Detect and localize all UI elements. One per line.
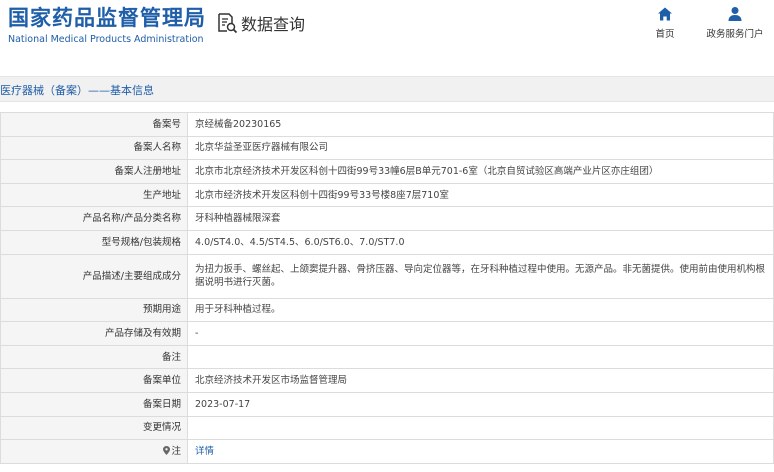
row-label: 备注 (0, 344, 188, 370)
row-label: 注 (171, 445, 181, 457)
user-icon (728, 7, 742, 21)
table-row: 预期用途 用于牙科种植过程。 (0, 297, 774, 323)
row-value: 牙科种植器械限深套 (187, 206, 774, 231)
table-row: 备案人注册地址 北京市北京经济技术开发区科创十四街99号33幢6层B单元701-… (0, 159, 774, 184)
nav-home-label: 首页 (655, 29, 675, 40)
nav-service-portal-label: 政务服务门户 (706, 29, 764, 40)
row-label: 备案人注册地址 (0, 159, 188, 184)
table-row: 变更情况 (0, 415, 774, 441)
nav-service-portal[interactable]: 政务服务门户 (703, 6, 767, 40)
document-search-icon (218, 13, 238, 34)
row-label: 型号规格/包装规格 (0, 229, 188, 255)
table-row: 备注 (0, 344, 774, 370)
site-logo[interactable]: 国家药品监督管理局 National Medical Products Admi… (8, 6, 206, 45)
row-value: 北京市经济技术开发区科创十四街99号33号楼8座7层710室 (187, 182, 774, 208)
row-value (187, 415, 774, 441)
row-label: 备案单位 (0, 368, 188, 393)
row-label: 备案人名称 (0, 135, 188, 161)
row-value: 2023-07-17 (187, 391, 774, 417)
breadcrumb-bar: 医疗器械（备案）——基本信息 (0, 76, 774, 102)
table-row: 注 详情 (0, 439, 774, 464)
table-row: 备案号 京经械备20230165 (0, 112, 774, 137)
row-value (187, 344, 774, 370)
row-label: 产品描述/主要组成成分 (0, 253, 188, 299)
table-row: 备案日期 2023-07-17 (0, 391, 774, 417)
record-detail-table: 备案号 京经械备20230165 备案人名称 北京华益圣亚医疗器械有限公司 备案… (0, 112, 774, 464)
brand-name-en: National Medical Products Administration (8, 34, 204, 45)
table-row: 备案人名称 北京华益圣亚医疗器械有限公司 (0, 135, 774, 161)
site-header: 国家药品监督管理局 National Medical Products Admi… (0, 0, 774, 66)
home-icon (658, 7, 672, 21)
row-label: 预期用途 (0, 297, 188, 323)
row-label: 产品存储及有效期 (0, 321, 188, 346)
data-query-link[interactable]: 数据查询 (216, 11, 305, 35)
row-value: 用于牙科种植过程。 (187, 297, 774, 323)
table-row: 产品名称/产品分类名称 牙科种植器械限深套 (0, 206, 774, 231)
table-row: 生产地址 北京市经济技术开发区科创十四街99号33号楼8座7层710室 (0, 182, 774, 208)
row-label: 变更情况 (0, 415, 188, 441)
row-label: 备案号 (0, 112, 188, 137)
table-row: 产品描述/主要组成成分 为扭力扳手、螺丝起、上颌窦提升器、骨挤压器、导向定位器等… (0, 253, 774, 299)
row-value: 为扭力扳手、螺丝起、上颌窦提升器、骨挤压器、导向定位器等，在牙科种植过程中使用。… (187, 253, 774, 299)
row-value: 4.0/ST4.0、4.5/ST4.5、6.0/ST6.0、7.0/ST7.0 (187, 229, 774, 255)
table-row: 备案单位 北京经济技术开发区市场监督管理局 (0, 368, 774, 393)
table-row: 产品存储及有效期 - (0, 321, 774, 346)
brand-name-cn: 国家药品监督管理局 (8, 6, 206, 30)
row-label: 备案日期 (0, 391, 188, 417)
row-value: 北京华益圣亚医疗器械有限公司 (187, 135, 774, 161)
row-value: 北京经济技术开发区市场监督管理局 (187, 368, 774, 393)
table-row: 型号规格/包装规格 4.0/ST4.0、4.5/ST4.5、6.0/ST6.0、… (0, 229, 774, 255)
details-link[interactable]: 详情 (187, 439, 774, 464)
breadcrumb: 医疗器械（备案）——基本信息 (0, 84, 154, 97)
row-value: - (187, 321, 774, 346)
data-query-label: 数据查询 (241, 15, 306, 34)
nav-home[interactable]: 首页 (650, 6, 680, 40)
row-label: 产品名称/产品分类名称 (0, 206, 188, 231)
row-value: 京经械备20230165 (187, 112, 774, 137)
note-label-cell: 注 (0, 439, 188, 464)
row-label: 生产地址 (0, 182, 188, 208)
location-pin-icon (163, 445, 171, 455)
row-value: 北京市北京经济技术开发区科创十四街99号33幢6层B单元701-6室（北京自贸试… (187, 159, 774, 184)
